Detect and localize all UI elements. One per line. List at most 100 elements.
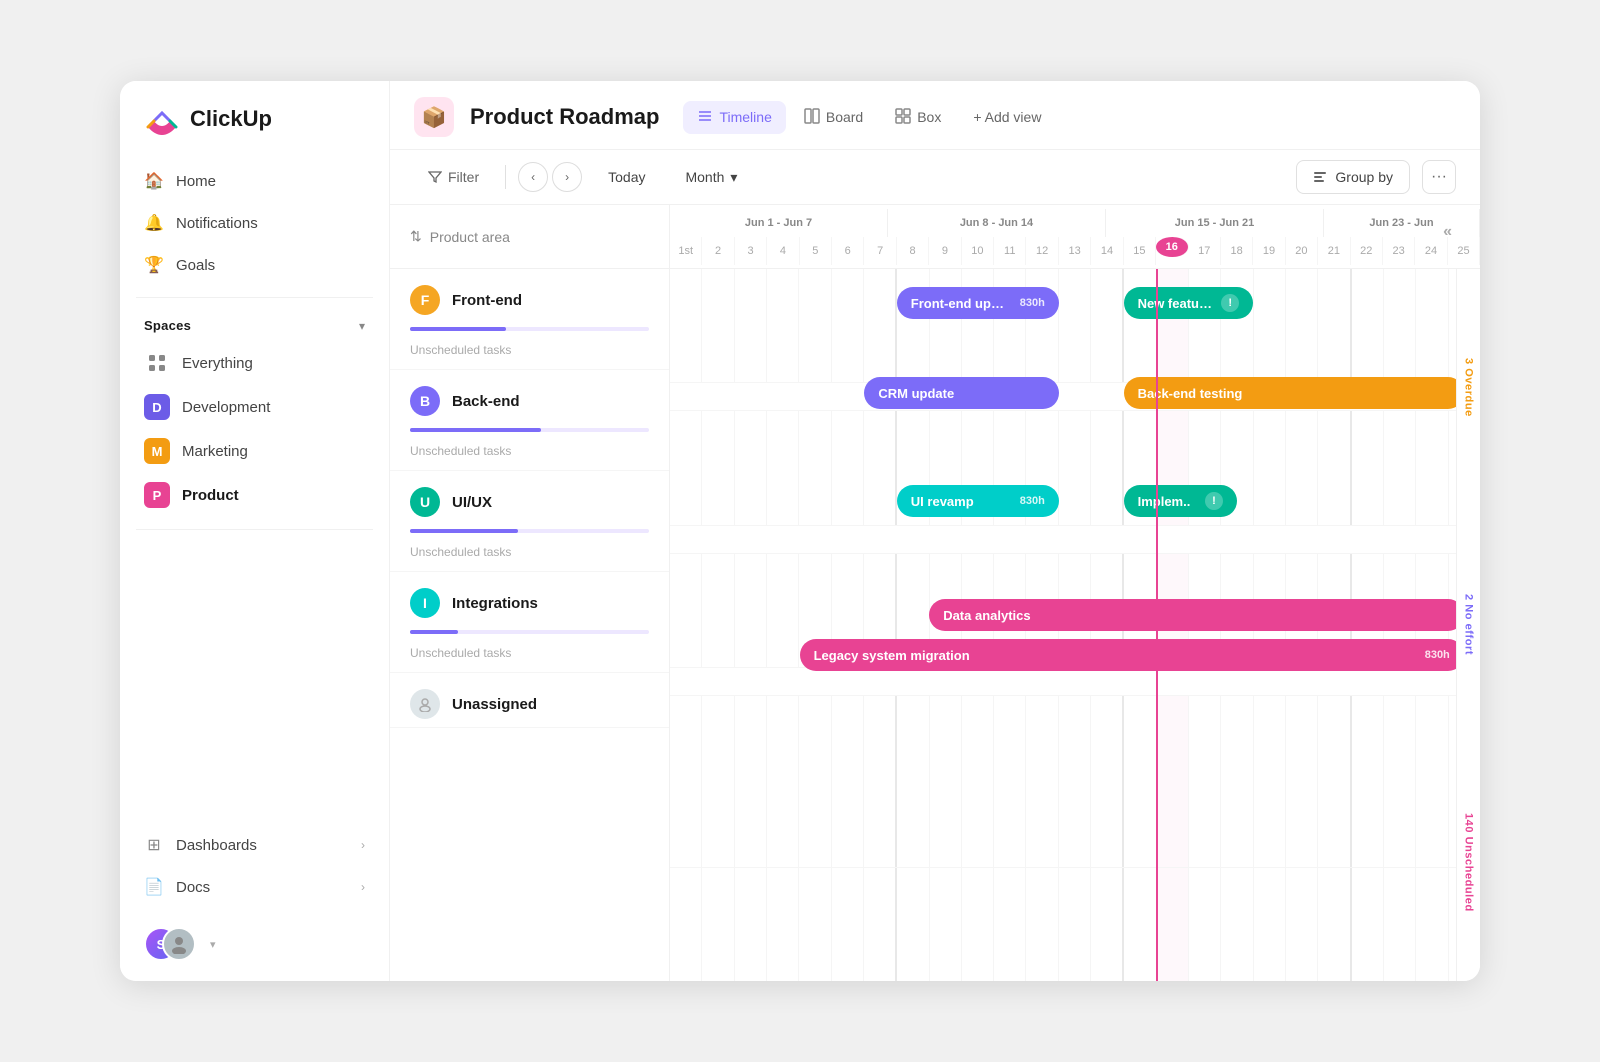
progress-fill-uiux — [410, 529, 518, 533]
prev-arrow-button[interactable]: ‹ — [518, 162, 548, 192]
avatar-integrations: I — [410, 588, 440, 618]
timeline-left-panel: ⇅ Product area F Front-end Unscheduled t… — [390, 205, 670, 981]
nav-label-home: Home — [176, 173, 216, 190]
group-by-icon — [1313, 170, 1327, 184]
day-7: 7 — [864, 237, 896, 265]
avatar-user-2[interactable] — [162, 927, 196, 961]
sidebar-item-dashboards[interactable]: ⊞ Dashboards › — [132, 825, 377, 865]
more-options-button[interactable]: ··· — [1422, 160, 1456, 194]
label-uiux: UI/UX — [452, 494, 492, 511]
day-5: 5 — [800, 237, 832, 265]
group-by-button[interactable]: Group by — [1296, 160, 1410, 194]
group-column-label: Product area — [430, 229, 510, 245]
side-label-noeffort[interactable]: 2 No effort — [1457, 506, 1480, 743]
day-25: 25 — [1448, 237, 1480, 265]
day-22: 22 — [1351, 237, 1383, 265]
progress-fill-backend — [410, 428, 541, 432]
gantt-bar-ui-revamp[interactable]: UI revamp 830h — [897, 485, 1059, 517]
row-header-uiux[interactable]: U UI/UX — [390, 471, 669, 525]
row-header-unassigned[interactable]: Unassigned — [390, 673, 669, 727]
week-label-1: Jun 1 - Jun 7 — [670, 209, 888, 237]
progress-fill-integrations — [410, 630, 458, 634]
day-15: 15 — [1124, 237, 1156, 265]
sidebar-item-marketing[interactable]: M Marketing — [132, 429, 377, 473]
gantt-bar-crm-update[interactable]: CRM update — [864, 377, 1058, 409]
overdue-label: 3 Overdue — [1463, 358, 1475, 417]
gantt-bar-hours: 830h — [1425, 649, 1450, 661]
sidebar-item-everything[interactable]: Everything — [132, 341, 377, 385]
row-group-unassigned: Unassigned — [390, 673, 669, 728]
nav-item-goals[interactable]: 🏆 Goals — [132, 245, 377, 285]
side-label-overdue[interactable]: 3 Overdue — [1457, 269, 1480, 506]
row-group-backend: B Back-end Unscheduled tasks — [390, 370, 669, 471]
label-backend: Back-end — [452, 393, 520, 410]
gantt-bar-label: New feature.. — [1138, 296, 1216, 311]
tab-box[interactable]: Box — [881, 101, 955, 134]
progress-bar-integrations — [410, 630, 649, 634]
sidebar: ClickUp 🏠 Home 🔔 Notifications 🏆 Goals S… — [120, 81, 390, 981]
gantt-bar-label: Back-end testing — [1138, 386, 1450, 401]
gantt-bar-backend-testing[interactable]: Back-end testing — [1124, 377, 1464, 409]
day-20: 20 — [1286, 237, 1318, 265]
group-by-label: Group by — [1335, 169, 1393, 185]
add-view-label: + Add view — [973, 109, 1041, 125]
toolbar: Filter ‹ › Today Month ▾ Group by ··· — [390, 150, 1480, 205]
gantt-bar-frontend-upgrade[interactable]: Front-end upgrade 830h — [897, 287, 1059, 319]
day-8: 8 — [897, 237, 929, 265]
add-view-button[interactable]: + Add view — [959, 102, 1055, 132]
user-menu-caret-icon[interactable]: ▾ — [210, 938, 216, 951]
dashboards-chevron-icon: › — [361, 838, 365, 852]
clickup-logo-icon — [144, 101, 180, 137]
gantt-bar-label: Implem.. — [1138, 494, 1199, 509]
day-3: 3 — [735, 237, 767, 265]
nav-item-notifications[interactable]: 🔔 Notifications — [132, 203, 377, 243]
progress-bar-frontend — [410, 327, 649, 331]
day-13: 13 — [1059, 237, 1091, 265]
day-23: 23 — [1383, 237, 1415, 265]
dashboards-icon: ⊞ — [144, 835, 164, 855]
gantt-bar-label: Front-end upgrade — [911, 296, 1012, 311]
grid-row-frontend — [670, 269, 1480, 383]
row-header-backend[interactable]: B Back-end — [390, 370, 669, 424]
gantt-bar-data-analytics[interactable]: Data analytics — [929, 599, 1464, 631]
week-label-2: Jun 8 - Jun 14 — [888, 209, 1106, 237]
day-18: 18 — [1221, 237, 1253, 265]
unscheduled-frontend: Unscheduled tasks — [390, 339, 669, 369]
day-10: 10 — [962, 237, 994, 265]
spaces-header: Spaces ▾ — [120, 310, 389, 341]
tab-timeline[interactable]: Timeline — [683, 101, 785, 134]
month-label: Month — [685, 169, 724, 185]
month-button[interactable]: Month ▾ — [671, 162, 751, 193]
day-4: 4 — [767, 237, 799, 265]
tab-board[interactable]: Board — [790, 101, 877, 134]
sidebar-item-product[interactable]: P Product — [132, 473, 377, 517]
unscheduled-uiux: Unscheduled tasks — [390, 541, 669, 571]
main-header: 📦 Product Roadmap Timeline Board — [390, 81, 1480, 150]
row-group-integrations: I Integrations Unscheduled tasks — [390, 572, 669, 673]
gantt-bar-new-feature[interactable]: New feature.. ! — [1124, 287, 1254, 319]
avatar-stack: S — [144, 927, 188, 961]
collapse-panel-button[interactable]: « — [1443, 223, 1452, 241]
filter-button[interactable]: Filter — [414, 162, 493, 192]
warn-icon: ! — [1205, 492, 1223, 510]
gantt-bar-implement[interactable]: Implem.. ! — [1124, 485, 1237, 517]
grid-row-integrations — [670, 696, 1480, 867]
sidebar-item-docs[interactable]: 📄 Docs › — [132, 867, 377, 907]
main-nav: 🏠 Home 🔔 Notifications 🏆 Goals — [120, 161, 389, 285]
filter-label: Filter — [448, 169, 479, 185]
day-labels-row: 1st 2 3 4 5 6 7 8 9 10 11 12 13 14 — [670, 237, 1480, 265]
side-label-unscheduled[interactable]: 140 Unscheduled — [1457, 744, 1480, 981]
project-title: Product Roadmap — [470, 104, 659, 130]
gantt-bar-hours: 830h — [1020, 495, 1045, 507]
nav-item-home[interactable]: 🏠 Home — [132, 161, 377, 201]
progress-bar-uiux — [410, 529, 649, 533]
gantt-bar-legacy-migration[interactable]: Legacy system migration 830h — [800, 639, 1464, 671]
everything-label: Everything — [182, 355, 253, 372]
sidebar-item-development[interactable]: D Development — [132, 385, 377, 429]
next-arrow-button[interactable]: › — [552, 162, 582, 192]
spaces-collapse-icon[interactable]: ▾ — [359, 319, 365, 333]
row-header-frontend[interactable]: F Front-end — [390, 269, 669, 323]
today-button[interactable]: Today — [594, 162, 659, 192]
nav-arrows: ‹ › — [518, 162, 582, 192]
row-header-integrations[interactable]: I Integrations — [390, 572, 669, 626]
